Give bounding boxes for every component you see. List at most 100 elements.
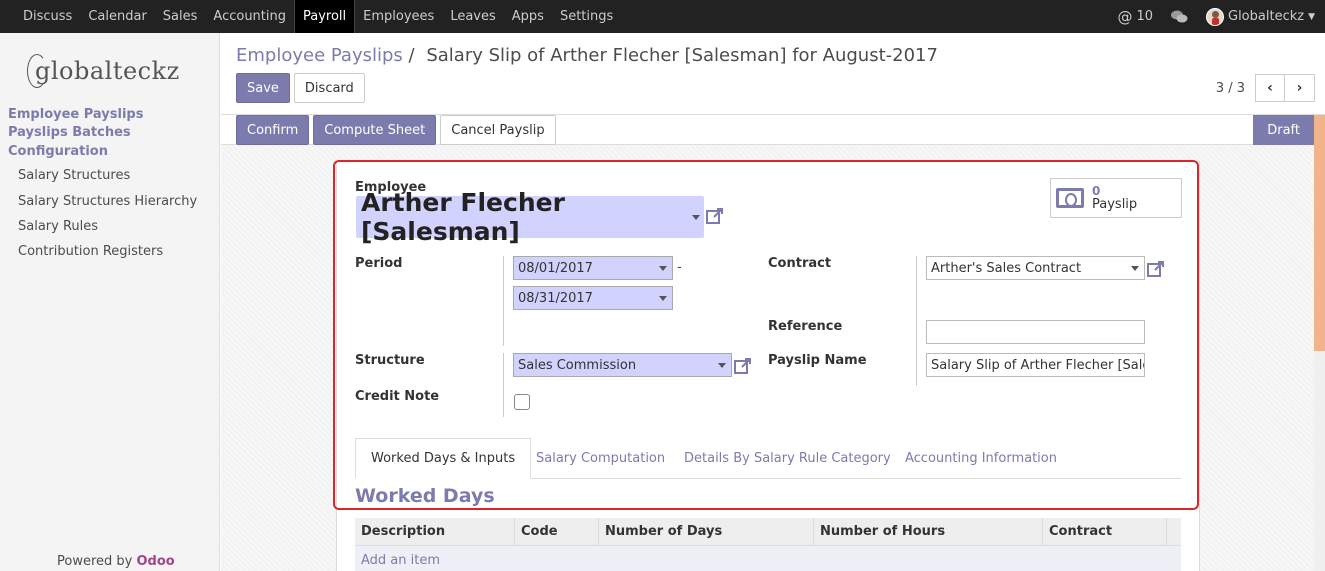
sidebar-section-configuration[interactable]: Configuration [8, 144, 108, 159]
caret-down-icon [1131, 266, 1139, 271]
chat-bubbles-icon [1171, 10, 1188, 22]
date-to-value: 08/31/2017 [518, 290, 593, 306]
employee-value: Arther Flecher [Salesman] [361, 188, 565, 246]
reference-field[interactable] [926, 320, 1145, 344]
date-from-value: 08/01/2017 [518, 260, 593, 276]
payslip-smart-label: Payslip [1092, 197, 1138, 212]
nav-accounting[interactable]: Accounting [205, 0, 294, 33]
nav-sales[interactable]: Sales [155, 0, 206, 33]
contract-label: Contract [768, 256, 832, 271]
divider [503, 256, 504, 346]
save-button[interactable]: Save [236, 73, 290, 103]
chevron-down-icon: ▼ [1308, 11, 1315, 22]
caret-down-icon [659, 296, 667, 301]
mentions-count: 10 [1136, 9, 1153, 24]
user-avatar [1206, 7, 1224, 26]
pager-value: 3 / 3 [1215, 80, 1245, 96]
date-to-field[interactable]: 08/31/2017 [513, 286, 673, 310]
date-from-field[interactable]: 08/01/2017 [513, 256, 673, 280]
odoo-link[interactable]: Odoo [137, 554, 175, 569]
status-draft[interactable]: Draft [1253, 115, 1314, 145]
caret-down-icon [692, 215, 700, 220]
notebook-tabs: Worked Days & Inputs Salary Computation … [355, 438, 1181, 479]
scrollbar[interactable] [1314, 115, 1325, 571]
breadcrumb-separator: / [408, 45, 415, 66]
date-separator: - [677, 260, 682, 275]
sidebar-item-salary-structures-hierarchy[interactable]: Salary Structures Hierarchy [18, 194, 197, 209]
structure-label: Structure [355, 353, 425, 368]
breadcrumb: Employee Payslips / Salary Slip of Arthe… [236, 45, 938, 66]
at-sign-icon: @ [1117, 7, 1133, 26]
breadcrumb-parent[interactable]: Employee Payslips [236, 45, 403, 66]
column-header[interactable]: Number of Days [599, 518, 814, 545]
app-menu: Discuss Calendar Sales Accounting Payrol… [0, 0, 621, 33]
credit-note-label: Credit Note [355, 389, 440, 404]
tab-accounting-information[interactable]: Accounting Information [905, 438, 1057, 479]
credit-note-checkbox[interactable] [514, 394, 530, 410]
nav-leaves[interactable]: Leaves [442, 0, 503, 33]
scrollbar-thumb[interactable] [1314, 115, 1325, 351]
reference-label: Reference [768, 319, 843, 334]
column-header-spacer [1167, 518, 1181, 545]
divider [503, 353, 504, 417]
compute-sheet-button[interactable]: Compute Sheet [313, 115, 437, 145]
nav-payroll[interactable]: Payroll [294, 0, 356, 33]
form-statusbar: Confirm Compute Sheet Cancel Payslip Dra… [221, 115, 1314, 145]
table-row: Add an item [355, 546, 1181, 571]
user-menu[interactable]: Globalteckz ▼ [1206, 7, 1315, 26]
user-name: Globalteckz [1228, 9, 1305, 24]
breadcrumb-current: Salary Slip of Arther Flecher [Salesman]… [426, 45, 938, 66]
column-header[interactable]: Code [515, 518, 599, 545]
pager: 3 / 3 ‹ › [1216, 74, 1315, 102]
payslip-count: 0 [1092, 184, 1101, 198]
column-header[interactable]: Contract [1043, 518, 1167, 545]
structure-field[interactable]: Sales Commission [513, 353, 732, 377]
nav-settings[interactable]: Settings [552, 0, 621, 33]
column-header[interactable]: Number of Hours [814, 518, 1043, 545]
payslip-name-field[interactable]: Salary Slip of Arther Flecher [Salesman]… [926, 353, 1145, 377]
company-logo: globalteckz [27, 51, 180, 91]
add-item-link[interactable]: Add an item [361, 553, 440, 568]
nav-apps[interactable]: Apps [504, 0, 552, 33]
external-link-icon[interactable] [734, 357, 752, 375]
external-link-icon[interactable] [706, 207, 724, 225]
worked-days-title: Worked Days [355, 485, 495, 507]
contract-value: Arther's Sales Contract [931, 260, 1082, 276]
nav-calendar[interactable]: Calendar [80, 0, 154, 33]
sidebar-item-salary-rules[interactable]: Salary Rules [18, 219, 98, 234]
sidebar-item-salary-structures[interactable]: Salary Structures [18, 168, 130, 183]
divider [916, 256, 917, 386]
structure-value: Sales Commission [518, 357, 637, 373]
cancel-payslip-button[interactable]: Cancel Payslip [440, 115, 556, 145]
employee-field[interactable]: Arther Flecher [Salesman] [356, 188, 704, 246]
payslip-name-label: Payslip Name [768, 353, 867, 368]
sidebar-item-contribution-registers[interactable]: Contribution Registers [18, 244, 163, 259]
chat-button[interactable] [1171, 10, 1188, 24]
powered-by: Powered by Odoo [57, 554, 175, 569]
worked-days-table: Description Code Number of Days Number o… [355, 518, 1181, 571]
chevron-right-icon: › [1296, 80, 1303, 96]
payslip-smart-button[interactable]: 0 Payslip [1050, 178, 1182, 218]
nav-employees[interactable]: Employees [355, 0, 442, 33]
sidebar-section-employee-payslips[interactable]: Employee Payslips [8, 107, 143, 122]
confirm-button[interactable]: Confirm [236, 115, 310, 145]
column-header[interactable]: Description [355, 518, 515, 545]
chevron-left-icon: ‹ [1267, 80, 1273, 96]
table-header: Description Code Number of Days Number o… [355, 518, 1181, 546]
mentions-button[interactable]: @ 10 [1117, 8, 1153, 26]
tab-salary-computation[interactable]: Salary Computation [536, 438, 665, 479]
discard-button[interactable]: Discard [293, 73, 365, 103]
nav-discuss[interactable]: Discuss [15, 0, 80, 33]
external-link-icon[interactable] [1147, 260, 1165, 278]
caret-down-icon [718, 363, 726, 368]
contract-field[interactable]: Arther's Sales Contract [926, 256, 1145, 280]
payslip-name-value: Salary Slip of Arther Flecher [Salesman]… [931, 357, 1144, 373]
pager-next-button[interactable]: › [1285, 74, 1315, 102]
period-label: Period [355, 256, 403, 271]
pager-previous-button[interactable]: ‹ [1255, 74, 1285, 102]
tab-details-by-salary-rule-category[interactable]: Details By Salary Rule Category [684, 438, 891, 479]
sidebar-section-payslips-batches[interactable]: Payslips Batches [8, 125, 131, 140]
money-icon [1056, 188, 1084, 208]
tab-worked-days-inputs[interactable]: Worked Days & Inputs [355, 438, 532, 479]
caret-down-icon [659, 266, 667, 271]
